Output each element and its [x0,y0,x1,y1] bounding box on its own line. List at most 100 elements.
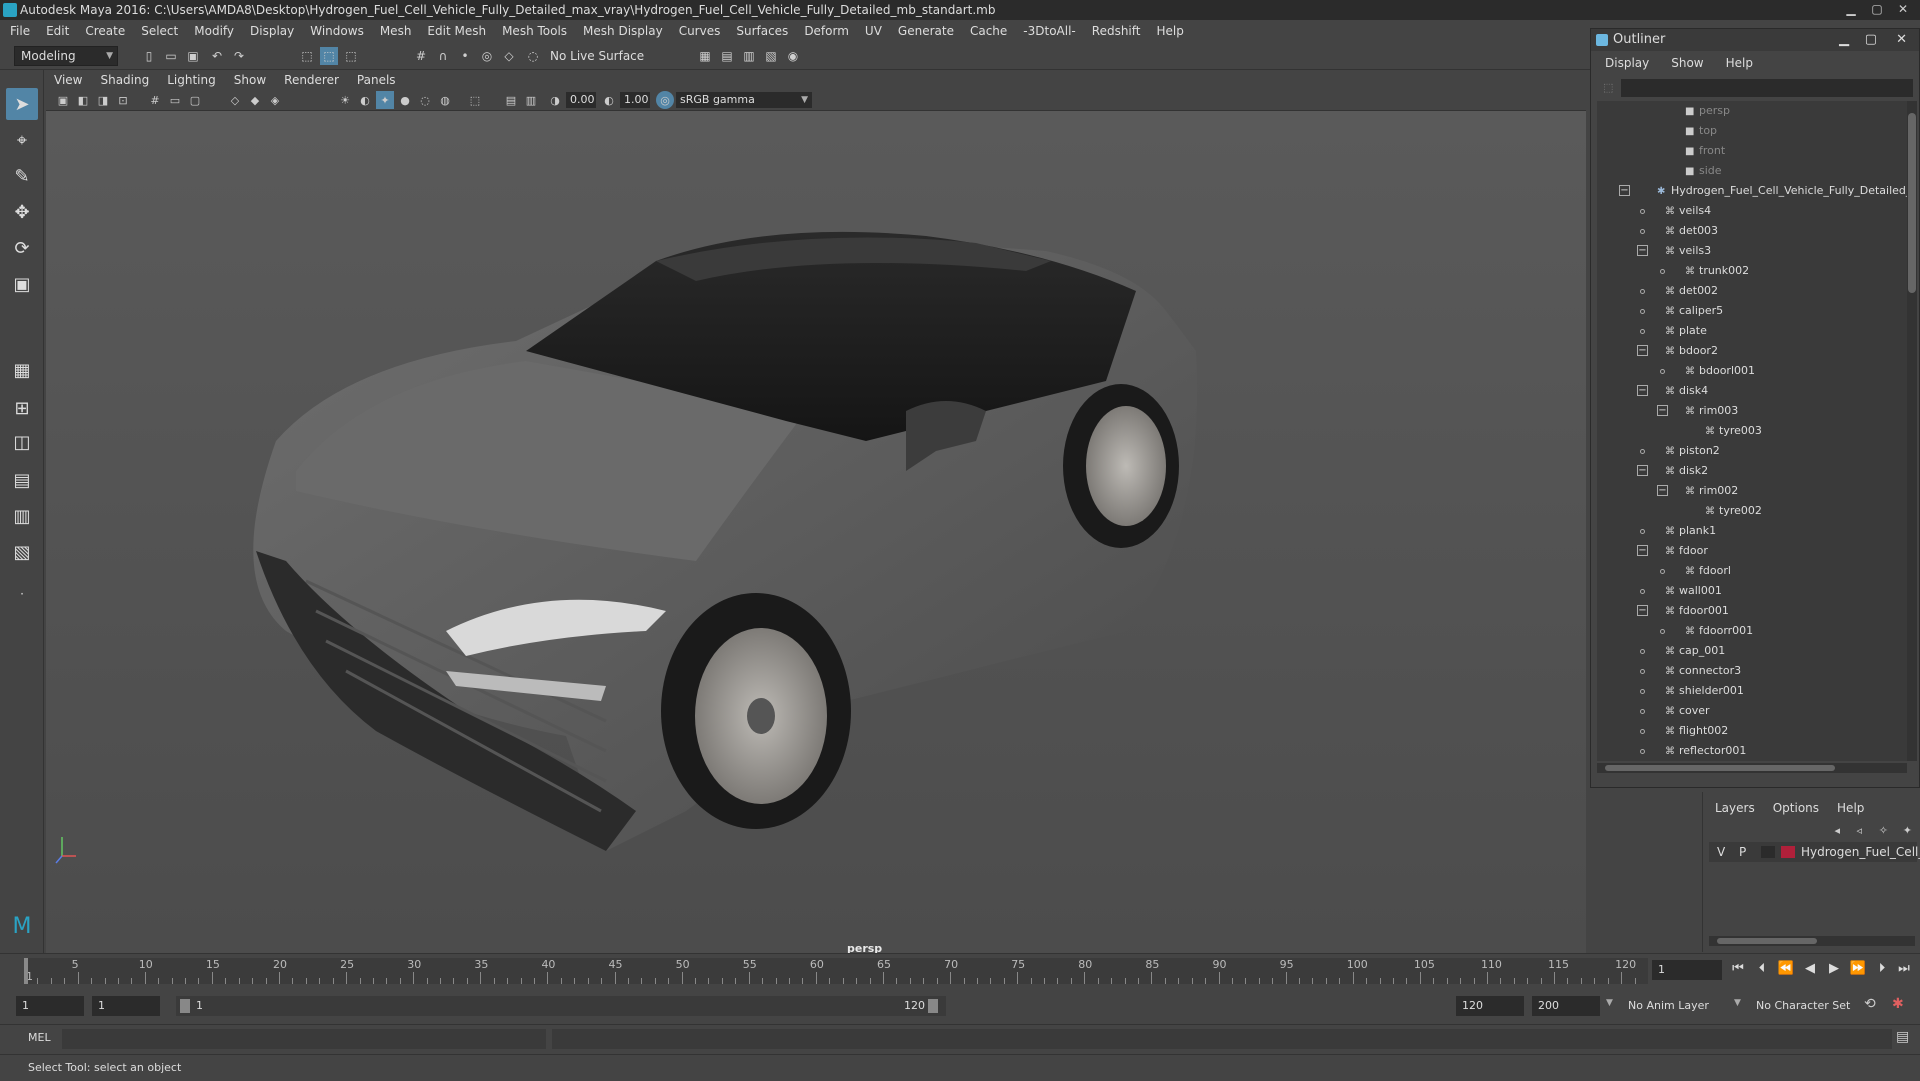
motion-blur-icon[interactable]: ◌ [416,91,434,109]
lasso-tool-icon[interactable]: ⌖ [6,124,38,156]
script-editor-icon[interactable]: ▤ [1896,1029,1909,1045]
menu-windows[interactable]: Windows [310,24,364,38]
outliner-item[interactable]: ✱ Hydrogen_Fuel_Cell_Vehicle_Fully_Detail… [1657,181,1907,201]
color-management-icon[interactable]: ◎ [656,91,674,109]
bookmark-icon[interactable]: ◨ [94,91,112,109]
menu-help[interactable]: Help [1156,24,1183,38]
outliner-item[interactable]: ⌘ rim003 [1685,401,1738,421]
menu-modify[interactable]: Modify [194,24,234,38]
menu-create[interactable]: Create [85,24,125,38]
outliner-item[interactable]: ⌘ caliper5 [1665,301,1723,321]
layer-color-swatch[interactable] [1781,846,1795,858]
move-tool-icon[interactable]: ✥ [6,196,38,228]
more-layouts-icon[interactable]: · [6,578,38,610]
film-gate-icon[interactable]: ▭ [166,91,184,109]
node-dot-icon[interactable] [1640,529,1645,534]
lighting-icon[interactable]: ☀ [336,91,354,109]
minimize-icon[interactable]: ▁ [1839,29,1849,51]
undo-icon[interactable]: ↶ [208,47,226,65]
script-language-label[interactable]: MEL [28,1031,51,1044]
ipr-render-icon[interactable]: ▥ [740,47,758,65]
snap-surface-icon[interactable]: ◎ [478,47,496,65]
play-backwards-icon[interactable]: ◀ [1800,958,1820,978]
time-slider[interactable]: 1 5 10 15 20 25 30 35 40 45 50 55 60 65 70 75 80 85 90 95 10… [0,953,1920,991]
snap-grid-icon[interactable]: # [412,47,430,65]
outliner-item[interactable]: ⌘ wall001 [1665,581,1722,601]
step-forward-key-icon[interactable]: ⏩ [1848,958,1868,978]
node-dot-icon[interactable] [1660,629,1665,634]
panel-menu-lighting[interactable]: Lighting [167,73,216,87]
outliner-item[interactable]: ⌘ bdoorl001 [1685,361,1755,381]
resolution-gate-icon[interactable]: ▢ [186,91,204,109]
select-component-icon[interactable]: ⬚ [342,47,360,65]
node-dot-icon[interactable] [1640,709,1645,714]
step-back-key-icon[interactable]: ⏪ [1776,958,1796,978]
collapse-icon[interactable]: − [1637,545,1648,556]
close-icon[interactable]: ✕ [1896,29,1907,51]
preferences-icon[interactable]: ✱ [1892,996,1904,1012]
auto-key-icon[interactable]: ⟲ [1864,996,1876,1012]
menu-generate[interactable]: Generate [898,24,954,38]
collapse-icon[interactable]: − [1657,405,1668,416]
save-scene-icon[interactable]: ▣ [184,47,202,65]
maximize-icon[interactable]: ▢ [1865,29,1877,51]
menu-set-dropdown[interactable]: Modeling ▼ [14,46,118,66]
xray-joints-icon[interactable]: ▥ [522,91,540,109]
node-dot-icon[interactable] [1640,749,1645,754]
outliner-layout-icon[interactable]: ▤ [6,464,38,496]
outliner-horizontal-scrollbar[interactable] [1597,763,1907,773]
single-pane-layout-icon[interactable]: ▦ [6,354,38,386]
anim-layer-dropdown[interactable]: No Anim Layer [1622,996,1742,1016]
outliner-item[interactable]: ⌘ tyre003 [1705,421,1762,441]
collapse-icon[interactable]: − [1637,605,1648,616]
menu-mesh[interactable]: Mesh [380,24,412,38]
menu-select[interactable]: Select [141,24,178,38]
outliner-item[interactable]: ⌘ trunk002 [1685,261,1749,281]
menu-redshift[interactable]: Redshift [1092,24,1141,38]
live-surface-field[interactable]: No Live Surface [550,46,658,66]
select-tool-icon[interactable]: ➤ [6,88,38,120]
wireframe-icon[interactable]: ◇ [226,91,244,109]
outliner-item[interactable]: ■ side [1685,161,1722,181]
node-dot-icon[interactable] [1660,569,1665,574]
outliner-item[interactable]: ⌘ det002 [1665,281,1718,301]
node-dot-icon[interactable] [1640,589,1645,594]
outliner-item[interactable]: ■ persp [1685,101,1730,121]
node-dot-icon[interactable] [1640,289,1645,294]
outliner-item[interactable]: ⌘ disk4 [1665,381,1708,401]
outliner-item[interactable]: ⌘ reflector001 [1665,741,1746,761]
outliner-item[interactable]: ⌘ fdoor001 [1665,601,1729,621]
layer-scrollbar[interactable] [1709,936,1915,946]
outliner-filter-input[interactable] [1621,79,1913,97]
menu-cache[interactable]: Cache [970,24,1007,38]
node-dot-icon[interactable] [1640,209,1645,214]
animation-end-field[interactable]: 200 [1532,996,1600,1016]
gamma-field[interactable]: 1.00 [620,92,650,108]
outliner-vertical-scrollbar[interactable] [1907,101,1917,761]
outliner-item[interactable]: ⌘ rim002 [1685,481,1738,501]
move-layer-icon[interactable]: ◃ [1856,824,1862,837]
render-settings-icon[interactable]: ▦ [696,47,714,65]
layer-menu-options[interactable]: Options [1773,798,1819,818]
outliner-menu-display[interactable]: Display [1605,53,1649,73]
menu-mesh-tools[interactable]: Mesh Tools [502,24,567,38]
outliner-item[interactable]: ⌘ fdoorl [1685,561,1731,581]
character-set-dropdown[interactable]: No Character Set [1750,996,1870,1016]
graph-layout-icon[interactable]: ▥ [6,500,38,532]
outliner-item[interactable]: ⌘ tyre002 [1705,501,1762,521]
maximize-icon[interactable]: ▢ [1866,0,1888,18]
current-time-indicator[interactable] [24,958,28,984]
layer-name[interactable]: Hydrogen_Fuel_Cell_V [1801,842,1920,862]
rotate-tool-icon[interactable]: ⟳ [6,232,38,264]
outliner-item[interactable]: ⌘ cap_001 [1665,641,1725,661]
layer-menu-help[interactable]: Help [1837,798,1864,818]
step-back-frame-icon[interactable]: ⏴ [1752,958,1772,978]
outliner-item[interactable]: ⌘ veils4 [1665,201,1711,221]
outliner-item[interactable]: ⌘ shielder001 [1665,681,1744,701]
shadows-icon[interactable]: ◐ [356,91,374,109]
menu-uv[interactable]: UV [865,24,882,38]
new-scene-icon[interactable]: ▯ [140,47,158,65]
outliner-item[interactable]: ⌘ plank1 [1665,521,1716,541]
grid-icon[interactable]: # [146,91,164,109]
panel-menu-renderer[interactable]: Renderer [284,73,339,87]
